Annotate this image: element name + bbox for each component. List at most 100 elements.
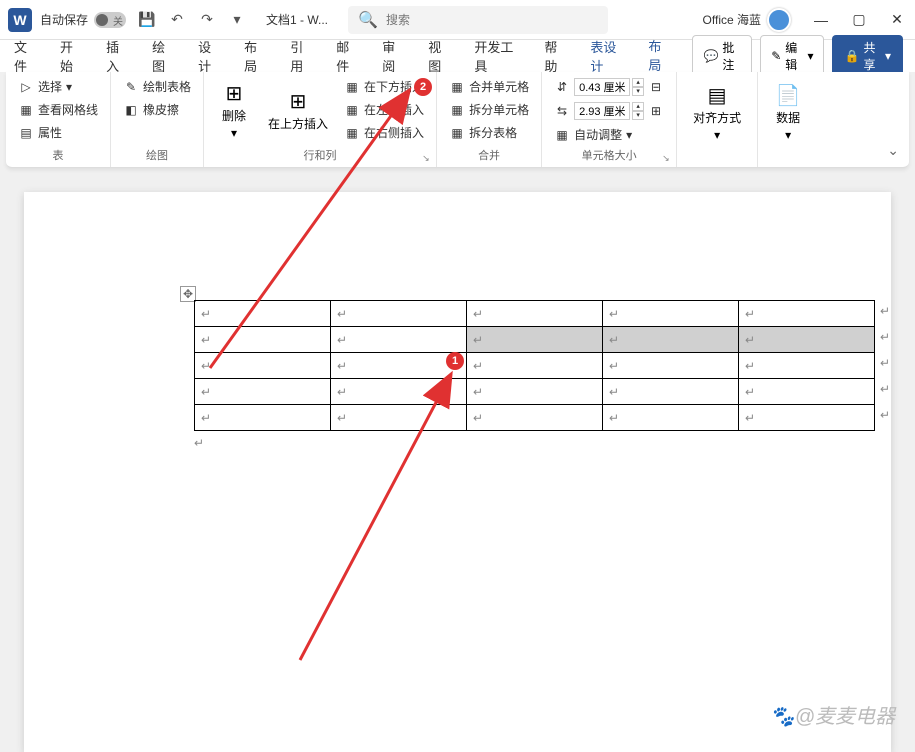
autosave-label: 自动保存 <box>40 11 88 28</box>
collapse-ribbon-icon[interactable]: ⌄ <box>887 142 899 159</box>
up-icon[interactable]: ▴ <box>632 102 644 111</box>
insert-above-button[interactable]: ⊞在上方插入 <box>260 76 336 145</box>
dialog-launcher-icon[interactable]: ↘ <box>422 153 434 165</box>
undo-icon[interactable]: ↶ <box>168 11 186 29</box>
close-button[interactable]: ✕ <box>887 10 907 30</box>
annotation-badge-2: 2 <box>414 78 432 96</box>
search-input[interactable] <box>386 13 598 27</box>
account-name: Office 海蓝 <box>703 11 761 28</box>
document-title: 文档1 - W... <box>266 11 328 28</box>
search-box[interactable]: 🔍 <box>348 6 608 34</box>
table-row[interactable]: ↵↵↵↵↵ <box>195 353 875 379</box>
annotation-badge-1: 1 <box>446 352 464 370</box>
group-label: 单元格大小 <box>550 145 668 165</box>
table-row[interactable]: ↵↵↵↵↵ <box>195 405 875 431</box>
group-merge: ▦合并单元格 ▦拆分单元格 ▦拆分表格 合并 <box>437 72 542 167</box>
account-info[interactable]: Office 海蓝 <box>703 8 791 32</box>
ribbon: ▷选择 ▾ ▦查看网格线 ▤属性 表 ✎绘制表格 ◧橡皮擦 绘图 ⊞删除▾ ⊞在… <box>6 72 909 168</box>
down-icon[interactable]: ▾ <box>632 87 644 96</box>
chevron-down-icon: ▾ <box>231 126 237 140</box>
data-icon: 📄 <box>774 83 802 107</box>
minimize-button[interactable]: ― <box>811 10 831 30</box>
qat-dropdown-icon[interactable]: ▾ <box>228 11 246 29</box>
group-label: 合并 <box>445 145 533 165</box>
height-input[interactable] <box>574 78 630 96</box>
properties-button[interactable]: ▤属性 <box>14 122 102 143</box>
table-row[interactable]: ↵↵↵↵↵ <box>195 327 875 353</box>
group-label: 行和列 <box>212 145 428 165</box>
insert-below-icon: ▦ <box>344 79 360 95</box>
chevron-down-icon: ▾ <box>785 128 791 142</box>
watermark: 🐾@麦麦电器 <box>770 700 895 729</box>
distribute-rows-icon[interactable]: ⊟ <box>648 79 664 95</box>
group-label <box>766 149 810 165</box>
group-table: ▷选择 ▾ ▦查看网格线 ▤属性 表 <box>6 72 111 167</box>
document-table[interactable]: ↵↵↵↵↵ ↵↵↵↵↵ ↵↵↵↵↵ ↵↵↵↵↵ ↵↵↵↵↵ <box>194 300 875 431</box>
redo-icon[interactable]: ↷ <box>198 11 216 29</box>
align-icon: ▤ <box>703 83 731 107</box>
eraser-icon: ◧ <box>123 102 139 118</box>
delete-button[interactable]: ⊞删除▾ <box>212 76 256 145</box>
insert-right-button[interactable]: ▦在右侧插入 <box>340 122 428 143</box>
paragraph-mark-icon: ↵ <box>194 436 204 450</box>
ribbon-tabs: 文件 开始 插入 绘图 设计 布局 引用 邮件 审阅 视图 开发工具 帮助 表设… <box>0 40 915 72</box>
word-app-icon: W <box>8 8 32 32</box>
chevron-down-icon: ▾ <box>714 128 720 142</box>
split-table-icon: ▦ <box>449 125 465 141</box>
group-label: 绘图 <box>119 145 195 165</box>
insert-above-icon: ⊞ <box>284 89 312 113</box>
col-width: ⇆ ▴▾ ⊞ <box>550 100 668 122</box>
autofit-icon: ▦ <box>554 127 570 143</box>
insert-right-icon: ▦ <box>344 125 360 141</box>
save-icon[interactable]: 💾 <box>138 11 156 29</box>
eraser-button[interactable]: ◧橡皮擦 <box>119 99 195 120</box>
data-button[interactable]: 📄数据▾ <box>766 76 810 149</box>
view-gridlines-button[interactable]: ▦查看网格线 <box>14 99 102 120</box>
comments-button[interactable]: 💬 批注 <box>692 35 752 77</box>
up-icon[interactable]: ▴ <box>632 78 644 87</box>
autosave-toggle[interactable]: 自动保存 关 <box>40 11 126 28</box>
pencil-icon: ✎ <box>123 79 139 95</box>
pointer-icon: ▷ <box>18 79 34 95</box>
down-icon[interactable]: ▾ <box>632 111 644 120</box>
split-table-button[interactable]: ▦拆分表格 <box>445 122 533 143</box>
properties-icon: ▤ <box>18 125 34 141</box>
autofit-button[interactable]: ▦自动调整 ▾ <box>550 124 668 145</box>
group-draw: ✎绘制表格 ◧橡皮擦 绘图 <box>111 72 204 167</box>
group-alignment: ▤对齐方式▾ <box>677 72 758 167</box>
distribute-cols-icon[interactable]: ⊞ <box>648 103 664 119</box>
edit-button[interactable]: ✎ 编辑 ▾ <box>760 35 824 77</box>
paragraph-mark-icon: ↵ <box>880 408 890 422</box>
merge-icon: ▦ <box>449 79 465 95</box>
insert-left-icon: ▦ <box>344 102 360 118</box>
row-height: ⇵ ▴▾ ⊟ <box>550 76 668 98</box>
window-controls: ― ▢ ✕ <box>811 10 907 30</box>
merge-cells-button[interactable]: ▦合并单元格 <box>445 76 533 97</box>
delete-table-icon: ⊞ <box>220 81 248 105</box>
split-icon: ▦ <box>449 102 465 118</box>
table-row[interactable]: ↵↵↵↵↵ <box>195 301 875 327</box>
width-icon: ⇆ <box>554 103 570 119</box>
table-row[interactable]: ↵↵↵↵↵ <box>195 379 875 405</box>
paragraph-mark-icon: ↵ <box>880 356 890 370</box>
avatar <box>767 8 791 32</box>
paragraph-mark-icon: ↵ <box>880 304 890 318</box>
dialog-launcher-icon[interactable]: ↘ <box>662 153 674 165</box>
alignment-button[interactable]: ▤对齐方式▾ <box>685 76 749 149</box>
group-label: 表 <box>14 145 102 165</box>
document-page: ✥ ↵↵↵↵↵ ↵↵↵↵↵ ↵↵↵↵↵ ↵↵↵↵↵ ↵↵↵↵↵ ↵ ↵ ↵ ↵ … <box>24 192 891 752</box>
grid-icon: ▦ <box>18 102 34 118</box>
titlebar: W 自动保存 关 💾 ↶ ↷ ▾ 文档1 - W... 🔍 Office 海蓝 … <box>0 0 915 40</box>
toggle-track[interactable]: 关 <box>94 12 126 28</box>
group-rows-cols: ⊞删除▾ ⊞在上方插入 ▦在下方插入 ▦在左侧插入 ▦在右侧插入 行和列 ↘ <box>204 72 437 167</box>
share-button[interactable]: 🔒 共享 ▾ <box>832 35 903 77</box>
split-cells-button[interactable]: ▦拆分单元格 <box>445 99 533 120</box>
group-label <box>685 149 749 165</box>
paragraph-mark-icon: ↵ <box>880 330 890 344</box>
width-input[interactable] <box>574 102 630 120</box>
insert-left-button[interactable]: ▦在左侧插入 <box>340 99 428 120</box>
draw-table-button[interactable]: ✎绘制表格 <box>119 76 195 97</box>
select-button[interactable]: ▷选择 ▾ <box>14 76 102 97</box>
maximize-button[interactable]: ▢ <box>849 10 869 30</box>
quick-access-toolbar: 💾 ↶ ↷ ▾ <box>138 11 246 29</box>
